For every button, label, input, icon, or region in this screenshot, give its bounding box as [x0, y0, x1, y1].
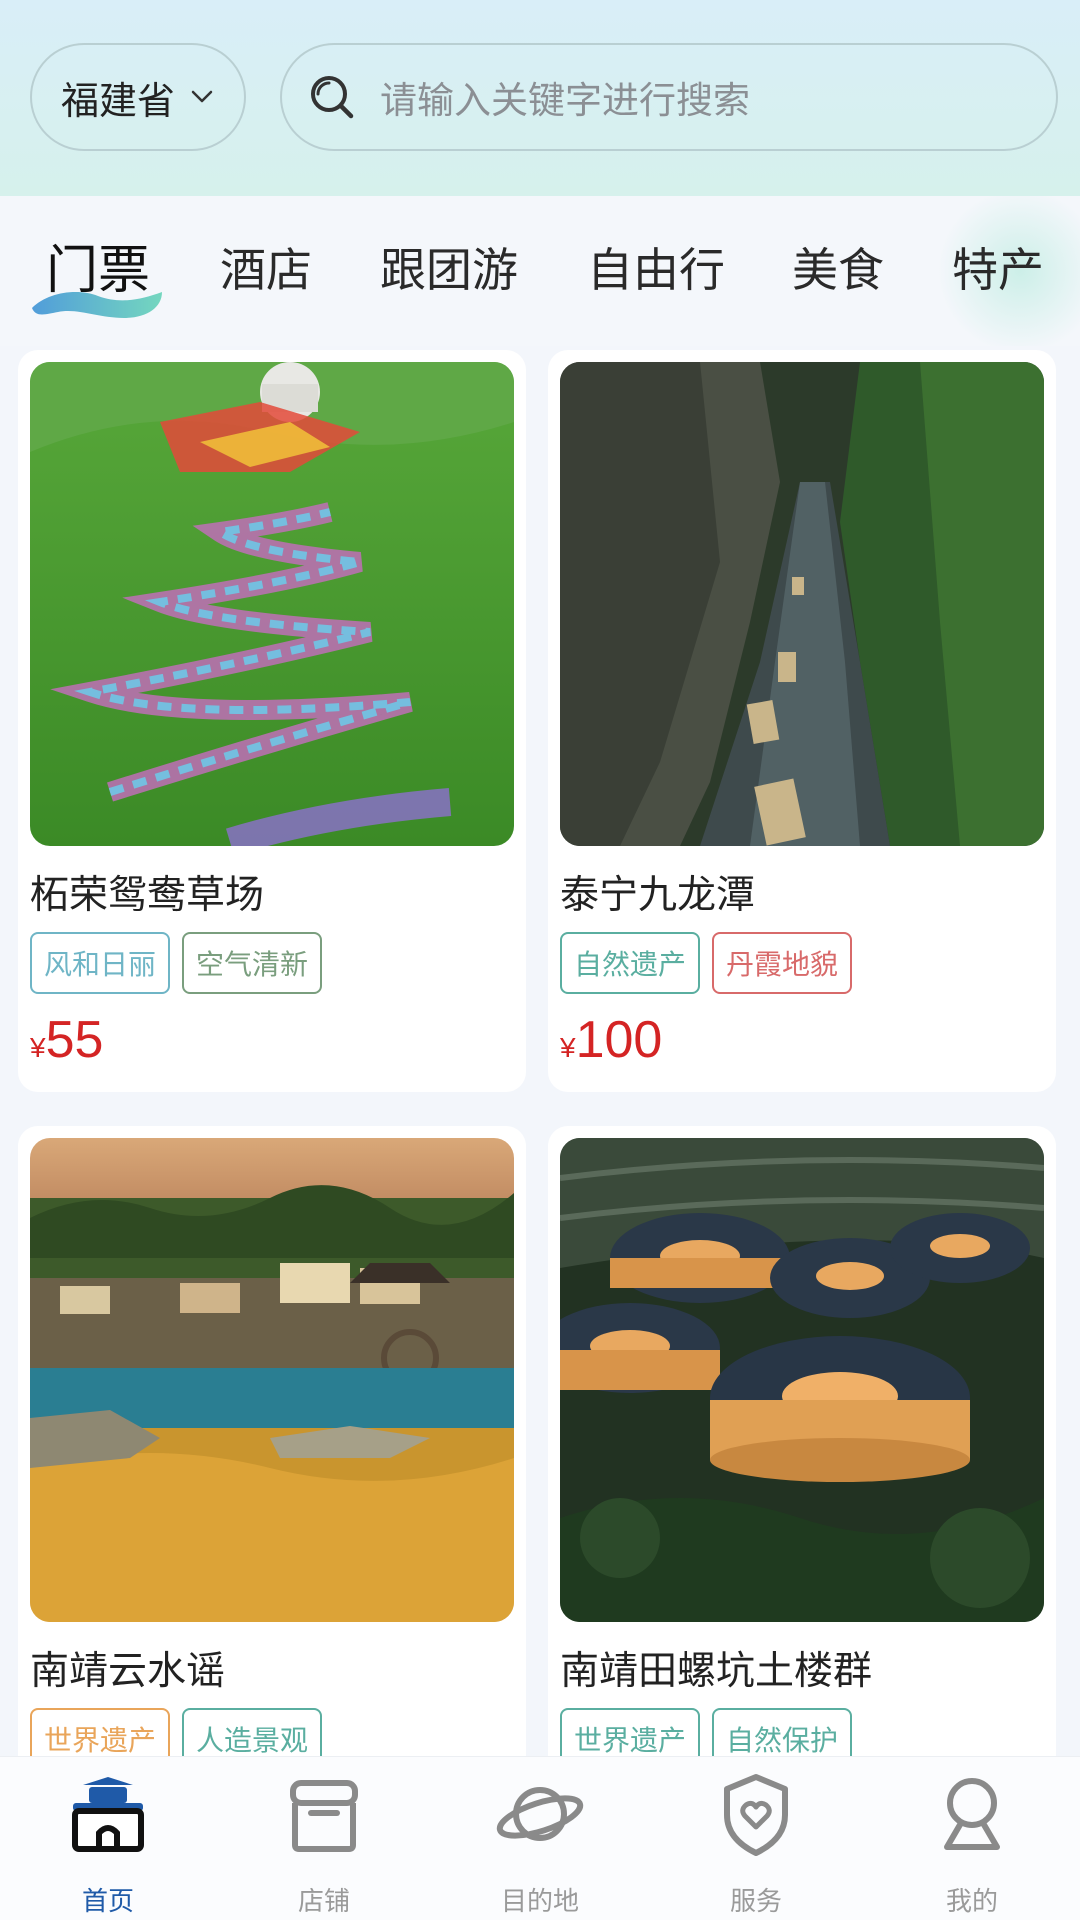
card-title: 南靖田螺坑土楼群: [560, 1649, 873, 1694]
planet-icon: [496, 1787, 584, 1841]
price-value: 100: [575, 1011, 663, 1069]
scenic-card[interactable]: 南靖云水谣 世界遗产 人造景观: [18, 1126, 526, 1826]
tab-hotel[interactable]: 酒店: [220, 234, 312, 300]
card-tags: 风和日丽 空气清新: [30, 932, 323, 994]
search-placeholder: 请输入关键字进行搜索: [380, 79, 750, 122]
tag: 丹霞地貌: [712, 932, 853, 994]
scenic-card[interactable]: 泰宁九龙潭 自然遗产 丹霞地貌 ¥ 100: [548, 350, 1056, 1092]
user-icon: [944, 1778, 1000, 1850]
search-input[interactable]: 请输入关键字进行搜索: [280, 43, 1058, 151]
card-price: ¥ 100: [560, 1010, 662, 1070]
card-title: 泰宁九龙潭: [560, 873, 756, 918]
card-title: 南靖云水谣: [30, 1649, 226, 1694]
shield-heart-icon: [724, 1774, 788, 1856]
home-icon: [72, 1777, 144, 1852]
tag: 空气清新: [182, 932, 323, 994]
price-value: 55: [45, 1011, 104, 1069]
nav-shop[interactable]: 店铺: [216, 1757, 432, 1920]
nav-label: 店铺: [297, 1887, 350, 1917]
card-price: ¥ 55: [30, 1010, 103, 1070]
scenic-photo-village-lake: [30, 1138, 514, 1622]
nav-me[interactable]: 我的: [864, 1757, 1080, 1920]
nav-label: 服务: [729, 1887, 782, 1917]
search-icon: [311, 76, 354, 119]
chevron-down-icon: [191, 90, 213, 103]
scenic-card[interactable]: 南靖田螺坑土楼群 世界遗产 自然保护: [548, 1126, 1056, 1826]
scenic-photo-meadow: [30, 362, 514, 846]
currency-symbol: ¥: [560, 1032, 576, 1063]
scenic-photo-canyon: [560, 362, 1044, 846]
nav-label: 首页: [81, 1887, 134, 1917]
nav-label: 目的地: [500, 1887, 579, 1917]
nav-label: 我的: [945, 1887, 998, 1917]
nav-home[interactable]: 首页: [0, 1757, 216, 1920]
province-selector[interactable]: 福建省: [30, 43, 246, 151]
bottom-navigation: 首页 店铺 目的地 服务 我的: [0, 1756, 1080, 1920]
tab-food[interactable]: 美食: [792, 234, 884, 300]
nav-service[interactable]: 服务: [648, 1757, 864, 1920]
nav-destination[interactable]: 目的地: [432, 1757, 648, 1920]
shop-icon: [290, 1780, 358, 1852]
tab-free-travel[interactable]: 自由行: [587, 234, 725, 300]
tab-tickets[interactable]: 门票: [46, 228, 150, 303]
header: 福建省 请输入关键字进行搜索: [0, 0, 1080, 196]
scenic-photo-tulou: [560, 1138, 1044, 1622]
currency-symbol: ¥: [30, 1032, 46, 1063]
tag: 自然遗产: [560, 932, 701, 994]
scenic-card[interactable]: 柘荣鸳鸯草场 风和日丽 空气清新 ¥ 55: [18, 350, 526, 1092]
tab-group-tour[interactable]: 跟团游: [380, 234, 518, 300]
tag: 风和日丽: [30, 932, 171, 994]
card-title: 柘荣鸳鸯草场: [30, 873, 265, 918]
province-label: 福建省: [60, 78, 175, 123]
card-tags: 自然遗产 丹霞地貌: [560, 932, 853, 994]
tab-specialty[interactable]: 特产: [952, 234, 1044, 300]
category-tabs: 门票 酒店 跟团游 自由行 美食 特产: [0, 196, 1080, 346]
